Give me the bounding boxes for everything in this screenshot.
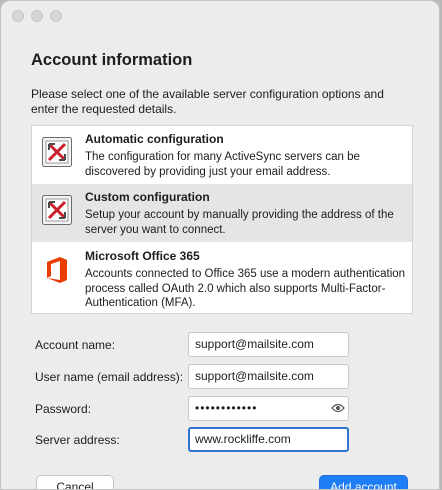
page-title: Account information	[31, 51, 193, 69]
option-description: Accounts connected to Office 365 use a m…	[85, 268, 406, 309]
option-description: Setup your account by manually providing…	[85, 209, 394, 236]
intro-text: Please select one of the available serve…	[31, 87, 384, 116]
close-window-button[interactable]	[12, 10, 24, 22]
configuration-options-list: Automatic configuration The configuratio…	[31, 125, 413, 314]
minimize-window-button[interactable]	[31, 10, 43, 22]
option-title: Custom configuration	[85, 190, 210, 204]
option-title: Automatic configuration	[85, 132, 224, 146]
option-title: Microsoft Office 365	[85, 249, 200, 263]
office-icon	[42, 255, 72, 285]
exchange-icon	[42, 195, 72, 225]
exchange-icon	[42, 137, 72, 167]
password-field[interactable]: ••••••••••••	[188, 396, 349, 421]
option-custom-configuration[interactable]: Custom configuration Setup your account …	[32, 184, 412, 242]
user-name-field[interactable]: support@mailsite.com	[188, 364, 349, 389]
account-dialog-window: Account information Please select one of…	[0, 0, 440, 490]
show-password-eye-icon[interactable]	[331, 402, 345, 414]
title-bar	[1, 1, 439, 31]
server-address-label: Server address:	[35, 433, 120, 447]
option-microsoft-office-365[interactable]: Microsoft Office 365 Accounts connected …	[32, 243, 412, 314]
option-automatic-configuration[interactable]: Automatic configuration The configuratio…	[32, 126, 412, 183]
cancel-button[interactable]: Cancel	[36, 475, 114, 489]
server-address-field[interactable]: www.rockliffe.com	[188, 427, 349, 452]
add-account-button[interactable]: Add account	[319, 475, 408, 489]
zoom-window-button[interactable]	[50, 10, 62, 22]
user-name-label: User name (email address):	[35, 370, 184, 384]
option-description: The configuration for many ActiveSync se…	[85, 151, 360, 178]
password-label: Password:	[35, 402, 92, 416]
account-name-field[interactable]: support@mailsite.com	[188, 332, 349, 357]
account-name-label: Account name:	[35, 338, 116, 352]
